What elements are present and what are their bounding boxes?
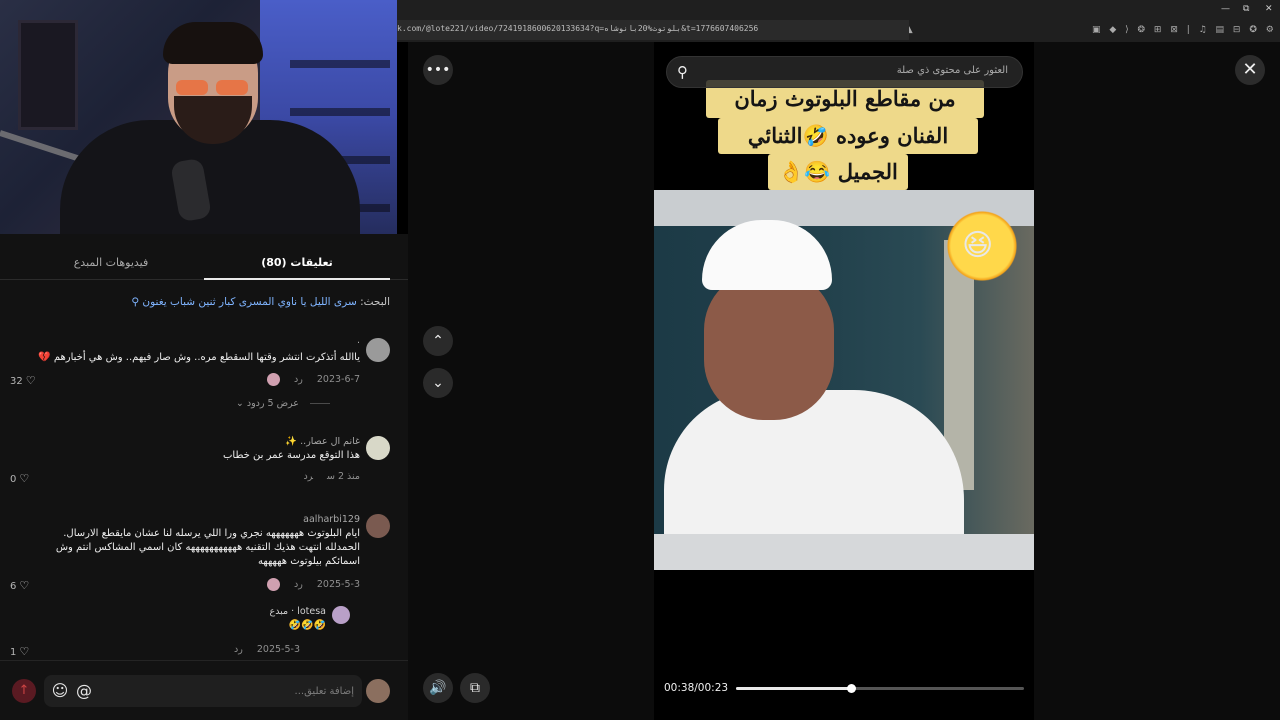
search-icon: ⚲ (131, 296, 140, 308)
related-search[interactable]: البحث: سرى الليل يا ناوي المسرى كبار ثني… (30, 296, 390, 308)
comment-date: 2023-6-7 (316, 374, 360, 385)
url-text: k.com/@lote221/video/7241918600620133634… (397, 24, 759, 33)
progress-bar[interactable] (736, 684, 1024, 693)
pip-icon: ⧉ (470, 680, 480, 696)
heart-icon: ♡ (19, 645, 30, 658)
tab-comments[interactable]: (80) تعليقات (204, 248, 390, 280)
emoji-icon[interactable]: ☺ (50, 681, 70, 701)
minimize-button[interactable]: — (1221, 4, 1230, 14)
reply-button[interactable]: رد (304, 471, 313, 482)
volume-icon: 🔊 (429, 680, 447, 696)
chevron-down-icon: ⌄ (432, 375, 444, 391)
comment-text: 🤣🤣🤣 (288, 620, 326, 631)
comment-date: 2025-5-3 (256, 644, 300, 655)
avatar[interactable] (366, 436, 390, 460)
avatar[interactable] (366, 338, 390, 362)
video-viewer: ••• ⌃ ⌄ 🔊 ⧉ ✕ 😆 من مقاطع البلوتوث زمان ا… (408, 42, 1280, 720)
like-count: 32 (10, 376, 23, 387)
playback-time: 00:38/00:23 (664, 682, 729, 694)
progress-fill (736, 687, 852, 690)
like-count: 0 (10, 474, 17, 485)
chevron-up-icon: ⌃ (432, 333, 444, 349)
previous-video-button[interactable]: ⌃ (423, 326, 453, 356)
comment-text: هذا التوقع مدرسة عمر بن خطاب (223, 450, 360, 461)
related-search-prefix: البحث: (356, 296, 390, 308)
like-button[interactable]: 32 ♡ (10, 374, 36, 387)
more-options-button[interactable]: ••• (423, 55, 453, 85)
mention-icon[interactable]: @ (74, 681, 94, 701)
avatar[interactable] (366, 514, 390, 538)
extension-icons[interactable]: ▣ ◆ ⟩ ❂ ⊞ ⊠ | ♫ ▤ ⊟ ✪ ⚙ ☰ (1092, 25, 1280, 35)
comment-input-box[interactable]: ☺ @ (44, 675, 362, 707)
heart-icon: ♡ (19, 472, 30, 485)
chevron-down-icon: ⌄ (235, 398, 244, 409)
comment-meta: 2025-5-3 رد (253, 578, 360, 591)
comment-input[interactable] (134, 682, 354, 700)
search-placeholder: العثور على محتوى ذي صلة (896, 65, 1008, 76)
reply-button[interactable]: رد (294, 579, 303, 590)
comment-date: منذ 2 س (327, 471, 360, 482)
volume-button[interactable]: 🔊 (423, 673, 453, 703)
creator-like-avatar (267, 373, 281, 386)
related-content-search[interactable]: ⚲ العثور على محتوى ذي صلة (666, 56, 1023, 88)
video-person-cap (702, 220, 832, 290)
close-window-button[interactable]: ✕ (1265, 4, 1273, 14)
view-replies-label: عرض 5 ردود (246, 398, 299, 409)
like-count: 6 (10, 581, 17, 592)
comment-composer: ↑ ☺ @ (0, 660, 408, 720)
close-icon: ✕ (1242, 59, 1258, 80)
webcam-overlay (0, 0, 397, 234)
next-video-button[interactable]: ⌄ (423, 368, 453, 398)
comment-meta: 2023-6-7 رد (253, 373, 360, 386)
webcam-glasses (176, 80, 250, 96)
like-count: 1 (10, 647, 17, 658)
video-person-face (704, 270, 834, 420)
reply-button[interactable]: رد (234, 644, 243, 655)
my-avatar (366, 679, 390, 703)
sun-sticker: 😆 (942, 206, 1022, 286)
heart-icon: ♡ (19, 579, 30, 592)
tab-creator-videos[interactable]: فيديوهات المبدع (18, 248, 204, 280)
reply-item: lotesa · مبدع 🤣🤣🤣 2025-5-3 رد 1 ♡ (10, 606, 390, 658)
player-controls: 00:38/00:23 (654, 672, 1034, 702)
comment-text: ايام البلوتوث هههههههه نجري ورا اللي يرس… (55, 528, 360, 567)
laughing-face-icon: 😆 (962, 228, 994, 263)
comment-item: غانم ال عصار.. ✨ هذا التوقع مدرسة عمر بن… (10, 436, 390, 506)
progress-knob[interactable] (847, 684, 857, 693)
comment-meta: 2025-5-3 رد (220, 644, 300, 655)
comment-author[interactable]: غانم ال عصار.. ✨ (285, 436, 360, 447)
creator-like-avatar (267, 578, 281, 591)
url-field[interactable]: k.com/@lote221/video/7241918600620133634… (397, 20, 909, 40)
comment-item: aalharbi129 ايام البلوتوث هههههههه نجري … (10, 514, 390, 604)
send-comment-button[interactable]: ↑ (12, 679, 36, 703)
webcam-poster (18, 20, 78, 130)
comment-date: 2025-5-3 (316, 579, 360, 590)
comment-meta: منذ 2 س رد (290, 471, 360, 482)
webcam-person-hair (163, 22, 263, 64)
like-button[interactable]: 6 ♡ (10, 579, 29, 592)
caption-line: الفنان وعوده 🤣الثنائي (718, 118, 978, 154)
comment-author[interactable]: lotesa · مبدع (270, 606, 326, 617)
restore-button[interactable]: ⧉ (1243, 4, 1249, 14)
close-viewer-button[interactable]: ✕ (1235, 55, 1265, 85)
pip-button[interactable]: ⧉ (460, 673, 490, 703)
avatar[interactable] (332, 606, 350, 624)
video-bottom-band (654, 534, 1034, 570)
view-replies-button[interactable]: عرض 5 ردود ⌄ (236, 398, 330, 409)
reply-button[interactable]: رد (294, 374, 303, 385)
caption-line: الجميل 😂👌 (768, 154, 908, 190)
comment-text: ياالله أتذكرت انتشر وقتها السقطع مره.. و… (38, 352, 360, 363)
like-button[interactable]: 1 ♡ (10, 645, 29, 658)
panel-tabs: فيديوهات المبدع (80) تعليقات (0, 248, 408, 280)
comments-panel: فيديوهات المبدع (80) تعليقات البحث: سرى … (0, 234, 408, 720)
comment-author[interactable]: · (357, 338, 360, 349)
heart-icon: ♡ (25, 374, 36, 387)
video-frame[interactable]: 😆 (654, 190, 1034, 570)
related-search-query[interactable]: سرى الليل يا ناوي المسرى كبار ثنين شباب … (142, 296, 356, 308)
search-icon[interactable]: ⚲ (677, 63, 688, 81)
comment-item: · ياالله أتذكرت انتشر وقتها السقطع مره..… (10, 338, 390, 409)
comment-author[interactable]: aalharbi129 (303, 514, 360, 525)
like-button[interactable]: 0 ♡ (10, 472, 29, 485)
